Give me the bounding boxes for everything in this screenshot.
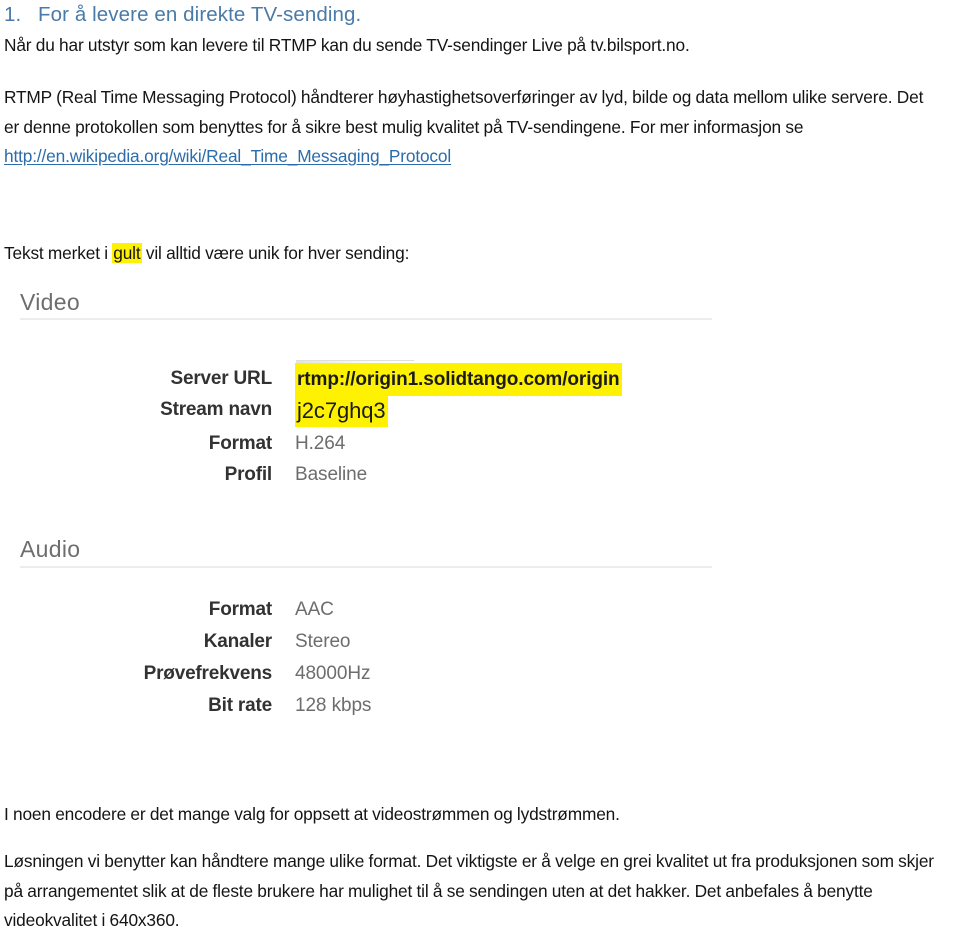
heading-text: For å levere en direkte TV-sending. bbox=[38, 3, 362, 26]
audio-label-format: Format bbox=[208, 599, 272, 620]
video-row-format: Format H.264 bbox=[0, 428, 740, 459]
audio-row-bit-rate: Bit rate 128 kbps bbox=[0, 690, 740, 721]
video-section-divider bbox=[20, 318, 712, 320]
highlight-legend-before: Tekst merket i bbox=[4, 243, 113, 263]
video-value-server-url[interactable]: rtmp://origin1.solidtango.com/origin bbox=[295, 363, 622, 396]
intro-paragraph: Når du har utstyr som kan levere til RTM… bbox=[4, 35, 690, 55]
document-page: 1. For å levere en direkte TV-sending. Nå… bbox=[0, 0, 960, 936]
highlight-legend: Tekst merket i gult vil alltid være unik… bbox=[4, 239, 940, 269]
audio-row-channels: Kanaler Stereo bbox=[0, 626, 740, 657]
rtmp-paragraph-text: RTMP (Real Time Messaging Protocol) hånd… bbox=[4, 87, 924, 137]
audio-row-format: Format AAC bbox=[0, 594, 740, 625]
video-value-format: H.264 bbox=[295, 433, 346, 454]
page-title: 1. For å levere en direkte TV-sending. bbox=[4, 2, 944, 28]
wikipedia-link[interactable]: http://en.wikipedia.org/wiki/Real_Time_M… bbox=[4, 146, 451, 166]
audio-value-sample-rate: 48000Hz bbox=[295, 663, 371, 684]
video-section-title: Video bbox=[20, 289, 80, 315]
bottom-paragraph-1: I noen encodere er det mange valg for op… bbox=[4, 804, 620, 824]
video-row-profile: Profil Baseline bbox=[0, 459, 740, 490]
audio-label-channels: Kanaler bbox=[203, 631, 273, 652]
audio-row-sample-rate: Prøvefrekvens 48000Hz bbox=[0, 658, 740, 689]
bottom-paragraph-2: Løsningen vi benytter kan håndtere mange… bbox=[4, 851, 934, 930]
video-label-profile: Profil bbox=[224, 464, 273, 485]
audio-label-sample-rate: Prøvefrekvens bbox=[143, 663, 273, 684]
video-label-format: Format bbox=[208, 433, 272, 454]
audio-label-bit-rate: Bit rate bbox=[208, 695, 272, 716]
audio-value-channels: Stereo bbox=[295, 631, 351, 652]
audio-section-divider bbox=[20, 566, 712, 568]
video-value-stream-name[interactable]: j2c7ghq3 bbox=[295, 394, 388, 427]
highlight-legend-after: vil alltid være unik for hver sending: bbox=[141, 243, 410, 263]
video-label-stream-name: Stream navn bbox=[160, 399, 272, 420]
rtmp-paragraph: RTMP (Real Time Messaging Protocol) hånd… bbox=[4, 83, 940, 172]
audio-section-title: Audio bbox=[20, 536, 81, 562]
encoder-settings-screenshot: Video Server URL rtmp://origin1.solidtan… bbox=[0, 278, 760, 733]
audio-value-format: AAC bbox=[295, 599, 334, 620]
video-row-server-url: Server URL rtmp://origin1.solidtango.com… bbox=[0, 363, 740, 396]
video-row-stream-name: Stream navn j2c7ghq3 bbox=[0, 394, 740, 427]
audio-value-bit-rate: 128 kbps bbox=[295, 695, 372, 716]
heading-number: 1. bbox=[4, 3, 22, 26]
video-label-server-url: Server URL bbox=[170, 368, 273, 389]
highlight-legend-sample: gult bbox=[112, 243, 142, 263]
video-value-profile: Baseline bbox=[295, 464, 368, 485]
